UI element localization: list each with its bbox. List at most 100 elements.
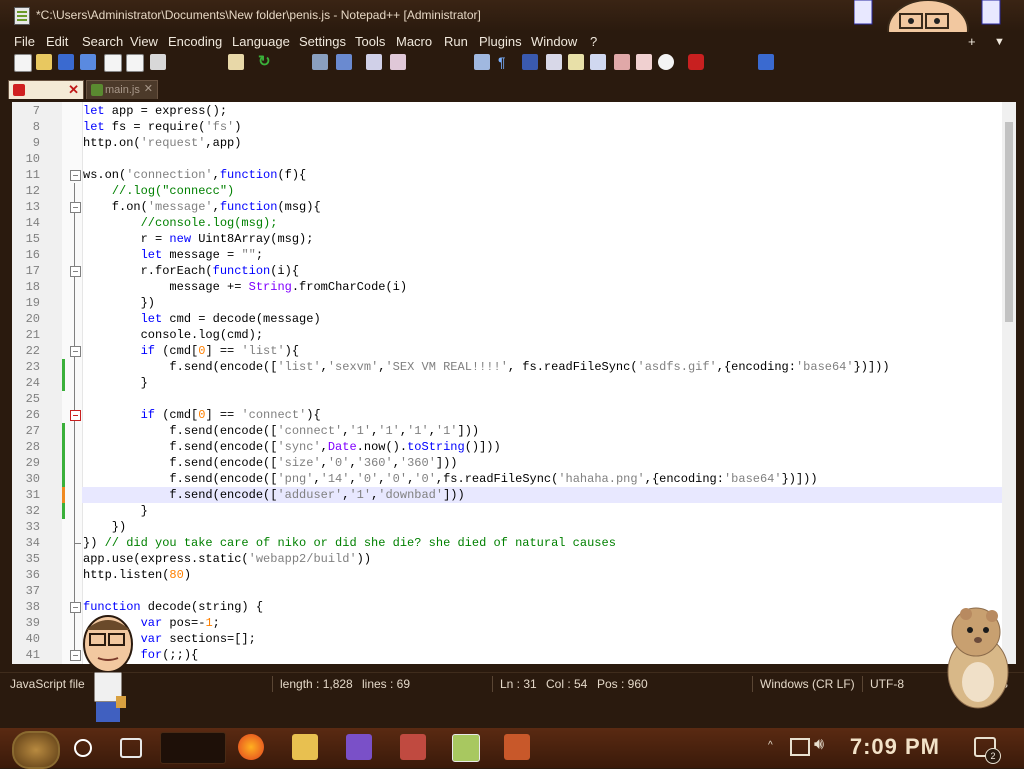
code-line[interactable]: 39 var pos=-1; (12, 615, 1002, 631)
redo-icon[interactable]: ↻ (258, 54, 274, 70)
code-line[interactable]: 20 let cmd = decode(message) (12, 311, 1002, 327)
code-line[interactable]: 40 var sections=[]; (12, 631, 1002, 647)
app-icon[interactable] (504, 734, 530, 760)
show-hidden-icons-chevron[interactable]: ^ (768, 740, 773, 751)
menu-view[interactable]: View (130, 34, 158, 49)
menu-window[interactable]: Window (531, 34, 577, 49)
menu-run[interactable]: Run (444, 34, 468, 49)
network-icon[interactable] (790, 738, 810, 756)
code-line[interactable]: 17 r.forEach(function(i){ (12, 263, 1002, 279)
code-line[interactable]: 19 }) (12, 295, 1002, 311)
code-editor[interactable]: 7 let app = express(); 8 let fs = require('… (12, 102, 1016, 664)
show-all-chars-icon[interactable]: ¶ (498, 54, 514, 70)
save-icon[interactable] (58, 54, 74, 70)
code-line[interactable]: 29 f.send(encode(['size','0','360','360'… (12, 455, 1002, 471)
code-line[interactable]: 16 let message = ""; (12, 247, 1002, 263)
zoom-in-icon[interactable] (366, 54, 382, 70)
tab-list-dropdown[interactable]: ▼ (994, 36, 1005, 48)
open-file-icon[interactable] (36, 54, 52, 70)
print-icon[interactable] (150, 54, 166, 70)
menu-plugins[interactable]: Plugins (479, 34, 522, 49)
fold-toggle-icon[interactable] (70, 170, 81, 181)
code-line[interactable]: 15 r = new Uint8Array(msg); (12, 231, 1002, 247)
menu-settings[interactable]: Settings (299, 34, 346, 49)
monitoring-icon[interactable] (636, 54, 652, 70)
code-line[interactable]: 22 if (cmd[0] == 'list'){ (12, 343, 1002, 359)
menu-help[interactable]: ? (590, 34, 597, 49)
task-view-icon[interactable] (120, 738, 142, 758)
doc-map-icon[interactable] (568, 54, 584, 70)
code-line[interactable]: 7 let app = express(); (12, 103, 1002, 119)
find-icon[interactable] (312, 54, 328, 70)
code-line[interactable]: 33 }) (12, 519, 1002, 535)
indent-guide-icon[interactable] (522, 54, 538, 70)
file-explorer-icon[interactable] (292, 734, 318, 760)
close-all-icon[interactable] (126, 54, 144, 72)
taskbar-clock[interactable]: 7:09 PM (850, 734, 940, 760)
cortana-icon[interactable] (74, 739, 92, 757)
search-box[interactable] (160, 732, 226, 764)
code-line[interactable]: 24 } (12, 375, 1002, 391)
code-line[interactable]: 38 function decode(string) { (12, 599, 1002, 615)
code-line[interactable]: 30 f.send(encode(['png','14','0','0','0'… (12, 471, 1002, 487)
menu-edit[interactable]: Edit (46, 34, 68, 49)
start-button-icon[interactable] (12, 731, 60, 769)
close-tab-icon[interactable]: ✕ (68, 82, 79, 98)
menu-language[interactable]: Language (232, 34, 290, 49)
menu-search[interactable]: Search (82, 34, 123, 49)
code-line[interactable]: 12 //.log("connecc") (12, 183, 1002, 199)
code-line[interactable]: 36 http.listen(80) (12, 567, 1002, 583)
folder-workspace-icon[interactable] (614, 54, 630, 70)
tab-penis-js[interactable]: ✕ (8, 80, 84, 99)
fold-toggle-icon[interactable] (70, 266, 81, 277)
paste-icon[interactable] (228, 54, 244, 70)
eye-icon[interactable] (658, 54, 674, 70)
sync-scroll-icon[interactable] (474, 54, 490, 70)
code-line[interactable]: 37 (12, 583, 1002, 599)
code-line[interactable]: 41 for(;;){ (12, 647, 1002, 663)
vertical-scrollbar[interactable] (1002, 102, 1016, 664)
close-file-icon[interactable] (104, 54, 122, 72)
code-line[interactable]: 10 (12, 151, 1002, 167)
code-line[interactable]: 23 f.send(encode(['list','sexvm','SEX VM… (12, 359, 1002, 375)
code-line[interactable]: 34}) // did you take care of niko or did… (12, 535, 1002, 551)
visual-studio-icon[interactable] (346, 734, 372, 760)
fold-toggle-icon[interactable] (70, 346, 81, 357)
code-line[interactable]: 28 f.send(encode(['sync',Date.now().toSt… (12, 439, 1002, 455)
code-line[interactable]: 18 message += String.fromCharCode(i) (12, 279, 1002, 295)
menu-encoding[interactable]: Encoding (168, 34, 222, 49)
code-line[interactable]: 27 f.send(encode(['connect','1','1','1',… (12, 423, 1002, 439)
code-line[interactable]: 31 f.send(encode(['adduser','1','downbad… (12, 487, 1002, 503)
code-line[interactable]: 21 console.log(cmd); (12, 327, 1002, 343)
replace-icon[interactable] (336, 54, 352, 70)
code-line[interactable]: 8 let fs = require('fs') (12, 119, 1002, 135)
record-macro-icon[interactable] (688, 54, 704, 70)
code-line[interactable]: 32 } (12, 503, 1002, 519)
run-macro-multiple-icon[interactable] (758, 54, 774, 70)
zoom-out-icon[interactable] (390, 54, 406, 70)
fold-toggle-icon[interactable] (70, 202, 81, 213)
function-list-icon[interactable] (590, 54, 606, 70)
code-line[interactable]: 13 f.on('message',function(msg){ (12, 199, 1002, 215)
code-line[interactable]: 25 (12, 391, 1002, 407)
app-icon[interactable] (400, 734, 426, 760)
notepad-plus-plus-icon[interactable] (452, 734, 480, 762)
add-tab-button[interactable]: + (968, 34, 976, 49)
close-tab-icon[interactable]: ✕ (144, 82, 153, 95)
new-file-icon[interactable] (14, 54, 32, 72)
fold-toggle-icon[interactable] (70, 410, 81, 421)
scrollbar-thumb[interactable] (1005, 122, 1013, 322)
firefox-icon[interactable] (238, 734, 264, 760)
menu-file[interactable]: File (14, 34, 35, 49)
code-line[interactable]: 9 http.on('request',app) (12, 135, 1002, 151)
save-all-icon[interactable] (80, 54, 96, 70)
code-line[interactable]: 26 if (cmd[0] == 'connect'){ (12, 407, 1002, 423)
code-line[interactable]: 11 ws.on('connection',function(f){ (12, 167, 1002, 183)
code-line[interactable]: 14 //console.log(msg); (12, 215, 1002, 231)
menu-macro[interactable]: Macro (396, 34, 432, 49)
volume-icon[interactable]: 🔊︎ (814, 736, 824, 754)
tab-main-js[interactable]: main.js ✕ (86, 80, 158, 99)
code-line[interactable]: 35 app.use(express.static('webapp2/build'… (12, 551, 1002, 567)
menu-tools[interactable]: Tools (355, 34, 385, 49)
word-wrap-icon[interactable] (546, 54, 562, 70)
